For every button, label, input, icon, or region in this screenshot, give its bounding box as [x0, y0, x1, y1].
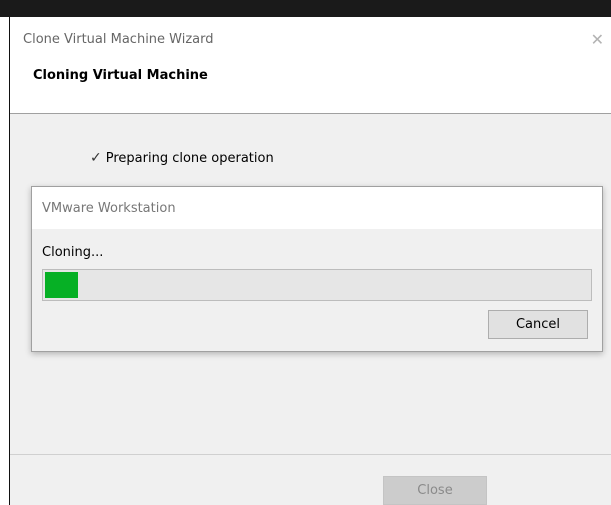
progress-bar: [42, 269, 592, 301]
footer-divider: [10, 454, 611, 455]
window-titlebar: Clone Virtual Machine Wizard ✕: [10, 17, 611, 62]
step-label: Preparing clone operation: [105, 151, 274, 166]
cancel-button[interactable]: Cancel: [488, 310, 588, 339]
close-button[interactable]: Close: [383, 476, 487, 505]
status-text: Cloning...: [42, 245, 104, 260]
wizard-header: Cloning Virtual Machine: [10, 62, 611, 114]
background-bar: [0, 0, 611, 17]
dialog-titlebar: VMware Workstation: [32, 187, 602, 229]
step-preparing: ✓ Preparing clone operation: [90, 150, 274, 166]
page-title: Cloning Virtual Machine: [33, 68, 208, 83]
dialog-title: VMware Workstation: [42, 201, 176, 216]
checkmark-icon: ✓: [90, 150, 102, 166]
window-title: Clone Virtual Machine Wizard: [23, 32, 214, 47]
progress-fill: [45, 272, 78, 298]
close-icon[interactable]: ✕: [591, 30, 604, 49]
progress-dialog: VMware Workstation Cloning... Cancel: [31, 186, 603, 352]
clone-wizard-window: Clone Virtual Machine Wizard ✕ Cloning V…: [9, 17, 611, 505]
